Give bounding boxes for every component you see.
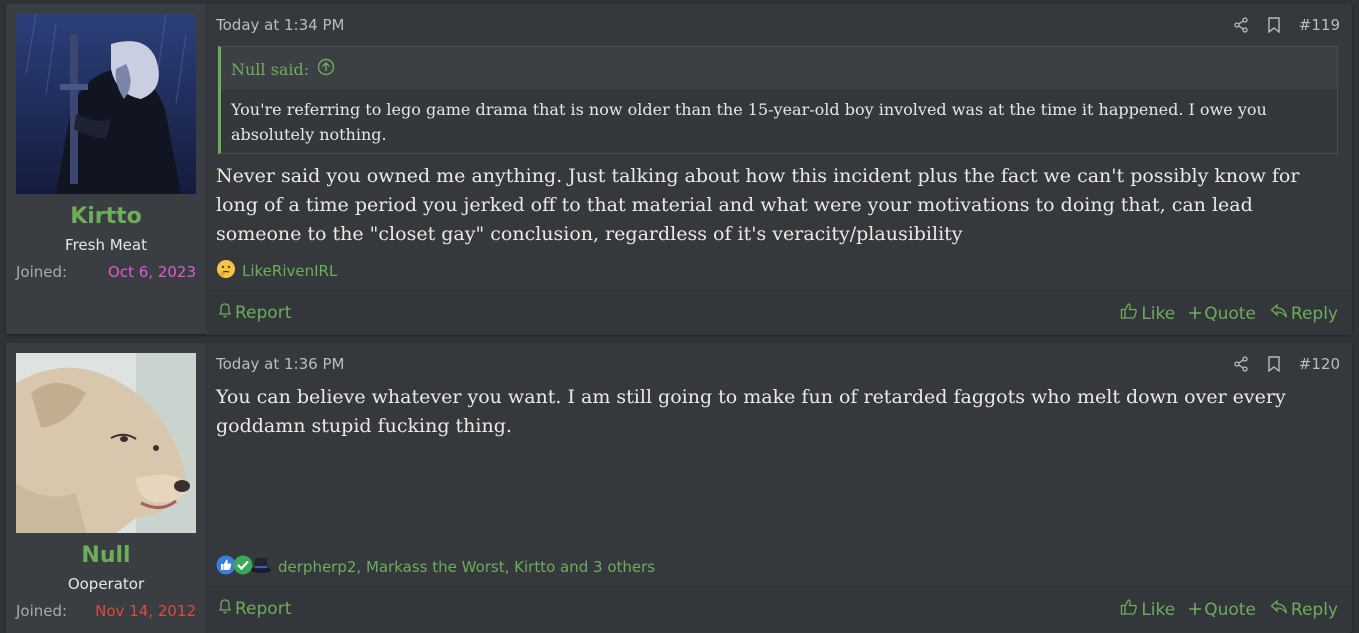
user-title: Fresh Meat — [65, 236, 147, 254]
reply-button[interactable]: Reply — [1270, 303, 1338, 324]
report-button[interactable]: Report — [218, 302, 291, 323]
plus-icon — [1189, 600, 1202, 620]
post-119: Kirtto Fresh Meat Joined: Oct 6, 2023 To… — [6, 4, 1352, 335]
user-title: Ooperator — [67, 575, 145, 593]
like-button[interactable]: Like — [1120, 598, 1175, 621]
like-label: Like — [1141, 599, 1176, 620]
post-actions: Like Quote Reply — [1120, 598, 1338, 621]
post-body: Today at 1:36 PM #120 You can believe wh… — [206, 343, 1352, 633]
reply-button[interactable]: Reply — [1270, 599, 1338, 620]
avatar[interactable] — [16, 353, 196, 533]
thumbs-up-icon — [1120, 598, 1138, 621]
post-tools: #120 — [1233, 355, 1340, 373]
user-info: Kirtto Fresh Meat Joined: Oct 6, 2023 — [6, 4, 207, 334]
quote-label: Quote — [1204, 599, 1256, 620]
joined-label: Joined: — [16, 602, 68, 620]
reply-label: Reply — [1290, 303, 1338, 324]
post-actions: Like Quote Reply — [1120, 302, 1338, 325]
reply-icon — [1270, 599, 1288, 620]
joined-date: Nov 14, 2012 — [95, 602, 196, 620]
quote-block: Null said: You're referring to lego game… — [218, 46, 1338, 154]
reply-icon — [1270, 303, 1288, 324]
message-text: Never said you owned me anything. Just t… — [216, 165, 1300, 245]
post-footer: Report Like Quote Reply — [206, 290, 1352, 335]
avatar[interactable] — [16, 14, 196, 194]
bookmark-icon[interactable] — [1267, 17, 1281, 33]
like-button[interactable]: Like — [1120, 302, 1175, 325]
post-number[interactable]: #119 — [1299, 16, 1340, 34]
bell-icon — [218, 598, 232, 619]
message-text: You can believe whatever you want. I am … — [216, 386, 1286, 437]
quote-author[interactable]: Null said: — [231, 60, 309, 79]
quote-text: You're referring to lego game drama that… — [221, 89, 1337, 153]
reactions-text[interactable]: LikeRivenIRL — [242, 262, 337, 280]
post-body: Today at 1:34 PM #119 Null said: You're … — [206, 4, 1352, 335]
thumbs-up-icon — [1120, 302, 1138, 325]
reactions-bar[interactable]: derpherp2, Markass the Worst, Kirtto and… — [216, 555, 655, 579]
share-icon[interactable] — [1233, 356, 1249, 372]
quote-button[interactable]: Quote — [1189, 304, 1256, 324]
post-date[interactable]: Today at 1:34 PM — [216, 16, 344, 34]
arrow-up-circle-icon[interactable] — [317, 58, 335, 80]
reactions-text[interactable]: derpherp2, Markass the Worst, Kirtto and… — [278, 558, 655, 576]
reactions-bar[interactable]: LikeRivenIRL — [216, 259, 337, 283]
quote-label: Quote — [1204, 303, 1256, 324]
quote-header[interactable]: Null said: — [231, 58, 335, 80]
post-120: Null Ooperator Joined: Nov 14, 2012 Toda… — [6, 343, 1352, 633]
top-hat-icon — [250, 555, 272, 579]
report-label: Report — [235, 598, 292, 619]
post-footer: Report Like Quote Reply — [206, 586, 1352, 631]
username[interactable]: Kirtto — [6, 204, 206, 229]
post-number[interactable]: #120 — [1299, 355, 1340, 373]
bookmark-icon[interactable] — [1267, 356, 1281, 372]
share-icon[interactable] — [1233, 17, 1249, 33]
reply-label: Reply — [1290, 599, 1338, 620]
report-button[interactable]: Report — [218, 598, 291, 619]
post-date[interactable]: Today at 1:36 PM — [216, 355, 344, 373]
plus-icon — [1189, 304, 1202, 324]
joined-label: Joined: — [16, 263, 68, 281]
like-label: Like — [1141, 303, 1176, 324]
bell-icon — [218, 302, 232, 323]
quote-button[interactable]: Quote — [1189, 600, 1256, 620]
user-info: Null Ooperator Joined: Nov 14, 2012 — [6, 343, 207, 633]
post-tools: #119 — [1233, 16, 1340, 34]
report-label: Report — [235, 302, 292, 323]
thinking-icon — [216, 259, 236, 283]
joined-date: Oct 6, 2023 — [108, 263, 196, 281]
username[interactable]: Null — [6, 543, 206, 568]
